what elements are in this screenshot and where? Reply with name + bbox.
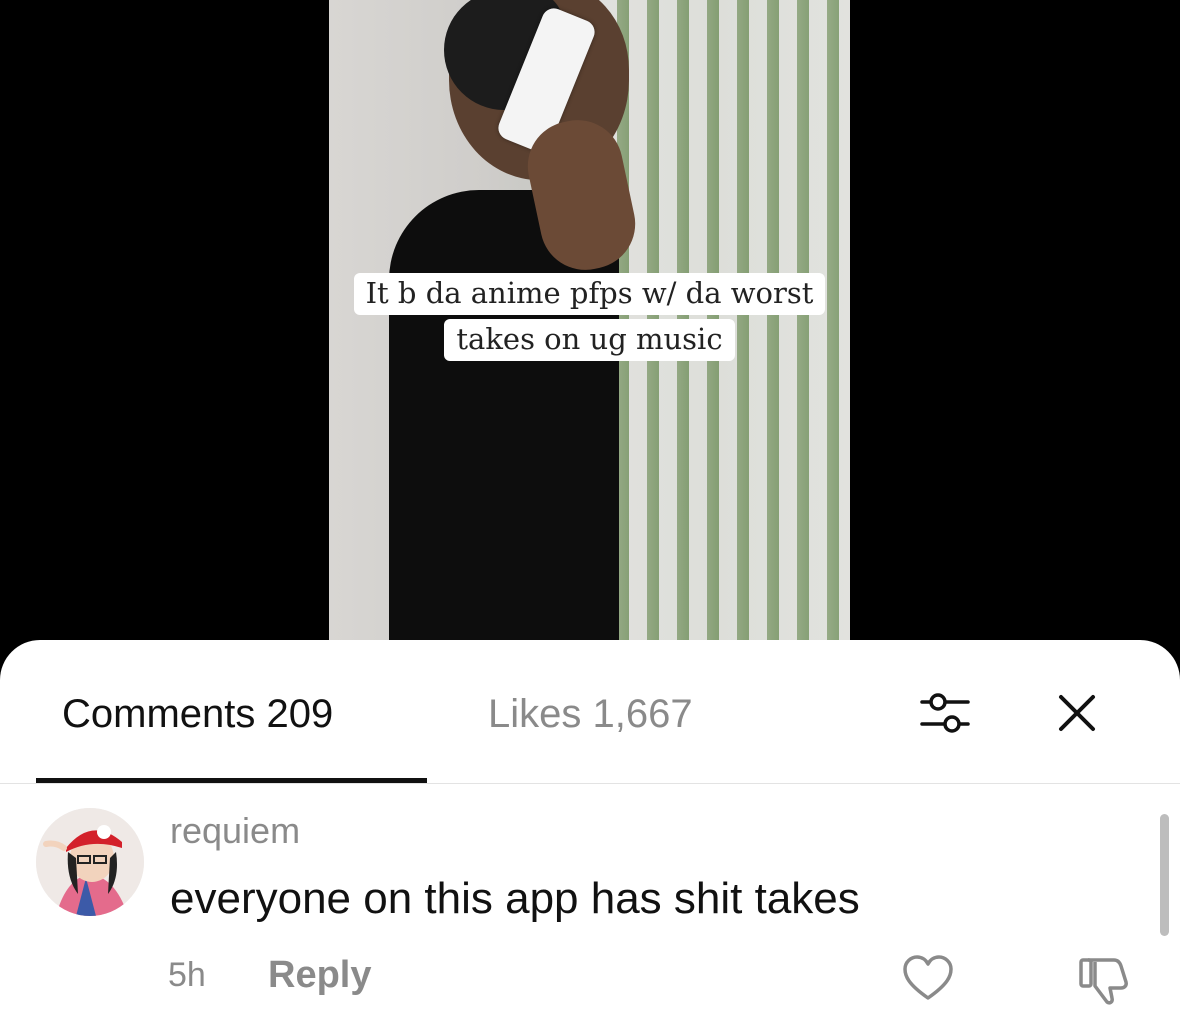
video-frame[interactable]: It b da anime pfps w/ da worst takes on … — [329, 0, 850, 660]
comments-sheet: Comments 209 Likes 1,667 requiem everyon… — [0, 640, 1180, 1014]
close-icon[interactable] — [1056, 692, 1098, 734]
comment-item: requiem everyone on this app has shit ta… — [0, 784, 1180, 1014]
thumbs-down-icon[interactable] — [1078, 954, 1134, 1006]
comment-username[interactable]: requiem — [170, 810, 300, 852]
reply-button[interactable]: Reply — [268, 954, 371, 997]
video-player[interactable]: It b da anime pfps w/ da worst takes on … — [0, 0, 1180, 660]
tab-comments[interactable]: Comments 209 — [62, 692, 333, 737]
comment-text: everyone on this app has shit takes — [170, 874, 860, 923]
sliders-filter-icon[interactable] — [918, 690, 972, 736]
heart-icon[interactable] — [902, 954, 954, 1002]
avatar[interactable] — [36, 808, 144, 916]
tab-likes[interactable]: Likes 1,667 — [488, 692, 693, 737]
scrollbar[interactable] — [1160, 814, 1169, 936]
video-caption: It b da anime pfps w/ da worst takes on … — [329, 270, 850, 362]
caption-line-2: takes on ug music — [444, 319, 735, 361]
caption-line-1: It b da anime pfps w/ da worst — [353, 273, 826, 315]
tab-bar: Comments 209 Likes 1,667 — [0, 640, 1180, 784]
comment-timestamp: 5h — [168, 956, 206, 994]
